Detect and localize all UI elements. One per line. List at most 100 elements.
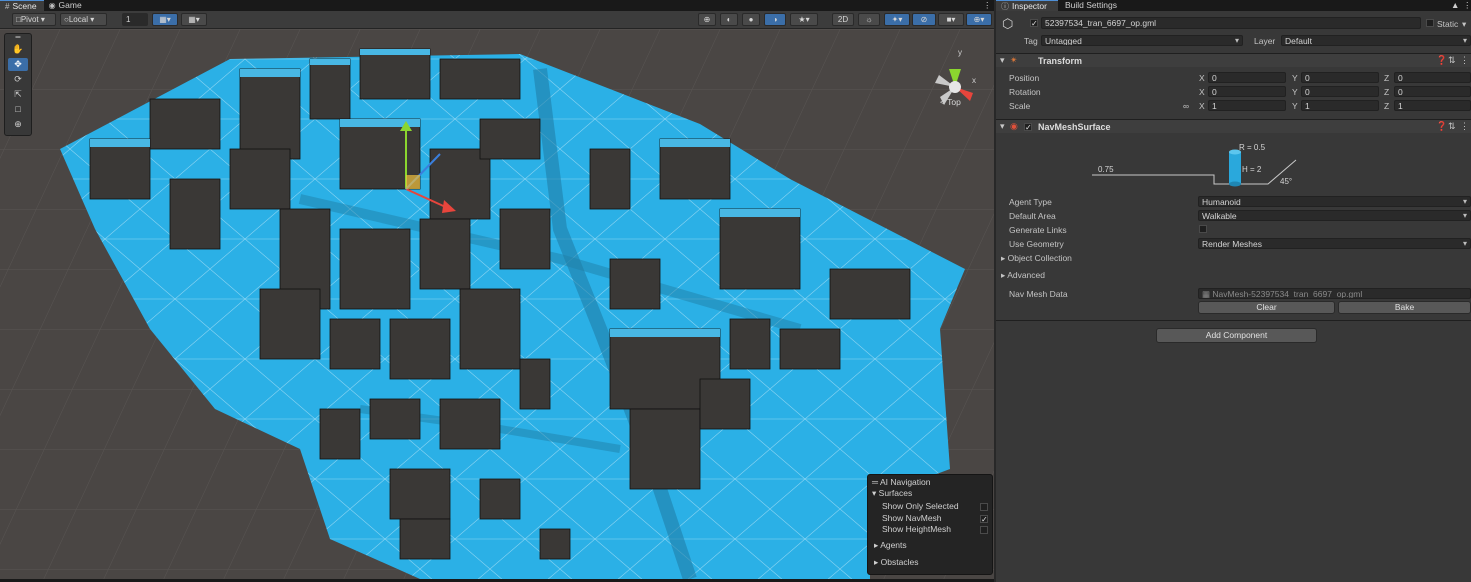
gizmos-button[interactable]: ⊕▾	[966, 13, 992, 26]
inspector-panel: ⓘ Inspector Build Settings ▲ ⋮ ⬡ ✓ 52397…	[996, 0, 1471, 582]
rect-tool-button[interactable]: □	[8, 103, 28, 116]
tab-inspector-label: Inspector	[1012, 0, 1047, 11]
use-geometry-label: Use Geometry	[1009, 239, 1064, 249]
chevron-right-icon: ▸	[1001, 253, 1006, 263]
chevron-down-icon: ▾	[1000, 121, 1005, 131]
light-icon: ☼	[865, 15, 873, 24]
scale-z-axis: Z	[1384, 101, 1390, 111]
layer-dropdown[interactable]: Default	[1281, 35, 1471, 46]
chevron-right-icon: ▸	[874, 557, 879, 567]
component-menu-icon[interactable]: ⋮	[1460, 121, 1469, 132]
scene-viewport[interactable]: y x	[0, 29, 994, 579]
use-geometry-dropdown[interactable]: Render Meshes	[1198, 238, 1471, 249]
pivot-dropdown[interactable]: □Pivot ▾	[12, 13, 56, 26]
scale-z-field[interactable]: 1	[1394, 100, 1471, 111]
local-dropdown[interactable]: ○Local ▾	[60, 13, 107, 26]
generate-links-checkbox[interactable]	[1199, 225, 1207, 233]
link-icon[interactable]: ∞	[1183, 101, 1189, 111]
generate-links-label: Generate Links	[1009, 225, 1067, 235]
obstacles-foldout[interactable]: ▸ Obstacles	[874, 557, 918, 568]
divider	[996, 320, 1471, 321]
transform-tool-button[interactable]: ⊕	[8, 118, 28, 131]
moon-sphere-icon: ◑	[772, 15, 778, 24]
shaded-button[interactable]: ●	[742, 13, 760, 26]
rotation-y-field[interactable]: 0	[1301, 86, 1379, 97]
navmesh-surface-header[interactable]: ▾ ◉ ✓ NavMeshSurface ❓ ⇅ ⋮	[996, 119, 1471, 133]
agent-type-dropdown[interactable]: Humanoid	[1198, 196, 1471, 207]
object-collection-foldout[interactable]: ▸ Object Collection	[1001, 253, 1072, 264]
gizmo-view-label[interactable]: < Top	[940, 97, 961, 107]
hidden-objects-button[interactable]: ⊘	[912, 13, 936, 26]
position-y-axis: Y	[1292, 73, 1298, 83]
lighting-toggle-button[interactable]: ☼	[858, 13, 880, 26]
grid-icon: ▦	[188, 15, 196, 24]
rotation-x-axis: X	[1199, 87, 1205, 97]
unlit-button[interactable]: ◑	[764, 13, 786, 26]
sphere-icon: ●	[748, 15, 754, 24]
camera-settings-button[interactable]: ■▾	[938, 13, 964, 26]
navmesh-enabled-checkbox[interactable]: ✓	[1024, 123, 1032, 132]
position-z-field[interactable]: 0	[1394, 72, 1471, 83]
advanced-foldout[interactable]: ▸ Advanced	[1001, 270, 1045, 281]
step-height-text: 0.75	[1098, 165, 1114, 174]
agents-foldout[interactable]: ▸ Agents	[874, 540, 907, 551]
scale-y-field[interactable]: 1	[1301, 100, 1379, 111]
static-label: Static	[1437, 19, 1459, 29]
add-component-button[interactable]: Add Component	[1156, 328, 1317, 343]
mode-2d-button[interactable]: 2D	[832, 13, 854, 26]
default-area-dropdown[interactable]: Walkable	[1198, 210, 1471, 221]
tag-dropdown[interactable]: Untagged	[1041, 35, 1243, 46]
scale-x-field[interactable]: 1	[1208, 100, 1286, 111]
rotation-x-field[interactable]: 0	[1208, 86, 1286, 97]
rotation-y-axis: Y	[1292, 87, 1298, 97]
active-checkbox[interactable]: ✓	[1030, 19, 1038, 28]
info-icon: ⓘ	[1001, 1, 1009, 11]
navmesh-surface-title: NavMeshSurface	[1038, 122, 1111, 132]
object-name-field[interactable]: 52397534_tran_6697_op.gml	[1041, 17, 1421, 29]
shaded-wireframe-button[interactable]: ◐	[720, 13, 738, 26]
grid-snap-input[interactable]: 1	[122, 13, 148, 26]
tab-scene-label: Scene	[12, 0, 37, 11]
debug-draw-button[interactable]: ★▾	[790, 13, 818, 26]
grid-visibility-button[interactable]: ▦▾	[181, 13, 207, 26]
overlay-header[interactable]: ═ AI Navigation	[872, 477, 931, 487]
tab-game[interactable]: ◉ Game	[44, 0, 89, 11]
surfaces-foldout[interactable]: ▾ Surfaces	[872, 488, 912, 499]
hand-tool-button[interactable]: ✋	[8, 43, 28, 56]
palette-grip-icon[interactable]: ═	[8, 34, 28, 41]
bake-button[interactable]: Bake	[1338, 301, 1471, 314]
show-heightmesh-label: Show HeightMesh	[882, 524, 951, 534]
tab-inspector[interactable]: ⓘ Inspector	[996, 0, 1058, 11]
local-label: Local	[68, 15, 88, 24]
draw-mode-button[interactable]: ⊕	[698, 13, 716, 26]
transform-header[interactable]: ▾ ✴ Transform ❓ ⇅ ⋮	[996, 53, 1471, 67]
static-checkbox[interactable]	[1426, 19, 1434, 27]
snap-toggle-button[interactable]: ▦▾	[152, 13, 178, 26]
move-tool-button[interactable]: ✥	[8, 58, 28, 71]
preset-icon[interactable]: ⇅	[1448, 121, 1456, 132]
position-y-field[interactable]: 0	[1301, 72, 1379, 83]
svg-text:x: x	[972, 76, 976, 85]
chevron-right-icon: ▸	[1001, 270, 1006, 280]
rotation-z-field[interactable]: 0	[1394, 86, 1471, 97]
show-heightmesh-checkbox[interactable]	[980, 526, 988, 534]
static-dropdown-icon[interactable]: ▾	[1462, 19, 1466, 30]
help-icon[interactable]: ❓	[1436, 55, 1447, 66]
component-menu-icon[interactable]: ⋮	[1460, 55, 1469, 66]
tab-build-settings[interactable]: Build Settings	[1060, 0, 1124, 11]
more-options-icon[interactable]: ⋮	[1458, 0, 1471, 11]
preset-icon[interactable]: ⇅	[1448, 55, 1456, 66]
clear-button[interactable]: Clear	[1198, 301, 1335, 314]
help-icon[interactable]: ❓	[1436, 121, 1447, 132]
show-only-selected-checkbox[interactable]	[980, 503, 988, 511]
surfaces-label: Surfaces	[878, 488, 913, 498]
scale-tool-button[interactable]: ⇱	[8, 88, 28, 101]
show-navmesh-checkbox[interactable]: ✓	[980, 515, 988, 524]
grid-snap-value: 1	[126, 15, 131, 24]
tab-scene[interactable]: # Scene	[0, 0, 44, 11]
audio-fx-button[interactable]: ✦▾	[884, 13, 910, 26]
nav-mesh-data-field[interactable]: ▦ NavMesh-52397534_tran_6697_op.gml	[1198, 288, 1471, 299]
position-x-field[interactable]: 0	[1208, 72, 1286, 83]
rotate-tool-button[interactable]: ⟳	[8, 73, 28, 86]
object-collection-label: Object Collection	[1007, 253, 1072, 263]
